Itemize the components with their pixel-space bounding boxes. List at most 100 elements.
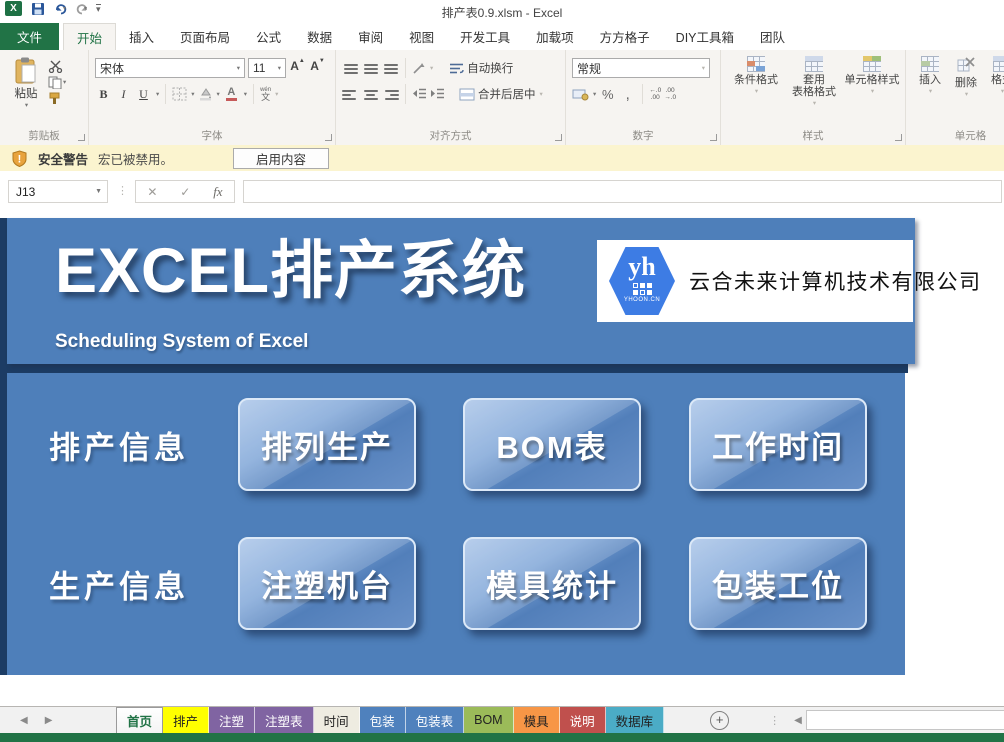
sheet-tab-注塑[interactable]: 注塑: [209, 707, 255, 733]
sheet-tab-时间[interactable]: 时间: [314, 707, 360, 733]
ribbon-tab-方方格子[interactable]: 方方格子: [587, 23, 663, 50]
merge-center-icon[interactable]: [459, 88, 475, 101]
sheet-tab-数据库[interactable]: 数据库: [606, 707, 665, 733]
dashboard-button-排列生产[interactable]: 排列生产: [238, 398, 416, 491]
qat-customize-icon[interactable]: ▾: [96, 4, 101, 13]
dashboard-body: 排产信息排列生产BOM表工作时间生产信息注塑机台模具统计包装工位: [7, 373, 905, 675]
confirm-entry-icon[interactable]: ✓: [180, 185, 190, 199]
alignment-dialog-launcher[interactable]: [555, 134, 562, 141]
cut-icon[interactable]: [48, 60, 63, 73]
decrease-decimal-button[interactable]: .00 →.0: [664, 87, 676, 101]
redo-dropdown-icon[interactable]: ▾: [84, 5, 87, 12]
percent-style-button[interactable]: %: [599, 85, 616, 103]
hscroll-track[interactable]: [806, 710, 1004, 730]
copy-icon[interactable]: [48, 76, 62, 89]
ribbon-tab-视图[interactable]: 视图: [396, 23, 447, 50]
paste-button[interactable]: 粘贴 ▾: [6, 55, 46, 109]
styles-dialog-launcher[interactable]: [895, 134, 902, 141]
redo-button[interactable]: ▾: [75, 3, 87, 15]
clipboard-icon: [14, 57, 38, 85]
name-box-dropdown-icon[interactable]: ▼: [90, 188, 107, 195]
phonetic-guide-icon[interactable]: wén 文: [260, 87, 271, 101]
paste-dropdown-icon[interactable]: ▾: [25, 101, 28, 109]
dashboard-button-注塑机台[interactable]: 注塑机台: [238, 537, 416, 630]
italic-button[interactable]: I: [115, 85, 132, 103]
sheet-tab-首页[interactable]: 首页: [116, 707, 163, 733]
ribbon-tab-加载项[interactable]: 加载项: [523, 23, 587, 50]
bottom-align-icon[interactable]: [382, 62, 399, 74]
ribbon-tab-页面布局[interactable]: 页面布局: [167, 23, 243, 50]
bold-button[interactable]: B: [95, 85, 112, 103]
security-message-bar: ! 安全警告 宏已被禁用。 启用内容: [0, 145, 1004, 172]
sheet-next-icon[interactable]: ▶: [45, 715, 53, 726]
merge-center-button[interactable]: 合并后居中: [478, 86, 536, 102]
wrap-text-button[interactable]: 自动换行: [467, 60, 513, 76]
font-name-select[interactable]: 宋体▾: [95, 58, 245, 78]
file-tab[interactable]: 文件: [0, 23, 59, 50]
conditional-formatting-button[interactable]: 条件格式 ▾: [727, 55, 785, 110]
ribbon-tab-开发工具[interactable]: 开发工具: [447, 23, 523, 50]
ribbon-tab-公式[interactable]: 公式: [243, 23, 294, 50]
insert-function-icon[interactable]: fx: [213, 184, 222, 200]
increase-decimal-button[interactable]: ←.0 .00: [649, 87, 661, 101]
font-dialog-launcher[interactable]: [325, 134, 332, 141]
ribbon-tab-数据[interactable]: 数据: [294, 23, 345, 50]
sheet-tab-排产[interactable]: 排产: [163, 707, 209, 733]
comma-style-button[interactable]: ,: [619, 85, 636, 103]
wrap-text-icon[interactable]: [449, 62, 464, 75]
fill-color-icon[interactable]: [198, 87, 213, 101]
save-icon[interactable]: [31, 2, 45, 16]
format-painter-icon[interactable]: [48, 92, 62, 105]
font-size-select[interactable]: 11▾: [248, 58, 286, 78]
top-align-icon[interactable]: [342, 62, 359, 74]
format-cells-button[interactable]: 格式 ▾: [984, 55, 1004, 101]
decrease-indent-icon[interactable]: [412, 88, 427, 100]
name-box[interactable]: J13 ▼: [8, 180, 108, 203]
middle-align-icon[interactable]: [362, 62, 379, 74]
delete-cells-button[interactable]: 删除 ▾: [948, 55, 984, 101]
formula-bar-grip[interactable]: ⋮: [117, 184, 128, 197]
shrink-font-button[interactable]: A▼: [309, 59, 326, 77]
dashboard-button-模具统计[interactable]: 模具统计: [463, 537, 641, 630]
sheet-tab-包装表[interactable]: 包装表: [406, 707, 465, 733]
cancel-entry-icon[interactable]: ✕: [147, 185, 157, 199]
orientation-icon[interactable]: [412, 62, 426, 75]
borders-icon[interactable]: [172, 87, 187, 101]
sheet-prev-icon[interactable]: ◀: [20, 715, 28, 726]
clipboard-dialog-launcher[interactable]: [78, 134, 85, 141]
sheet-tab-说明[interactable]: 说明: [560, 707, 606, 733]
enable-content-button[interactable]: 启用内容: [233, 148, 329, 169]
underline-button[interactable]: U: [135, 85, 152, 103]
number-dialog-launcher[interactable]: [710, 134, 717, 141]
formula-input[interactable]: [243, 180, 1002, 203]
horizontal-scrollbar[interactable]: ◀: [794, 707, 1004, 733]
increase-indent-icon[interactable]: [430, 88, 445, 100]
dashboard-button-BOM表[interactable]: BOM表: [463, 398, 641, 491]
format-as-table-button[interactable]: 套用 表格格式 ▾: [785, 55, 843, 110]
sheet-tab-模具[interactable]: 模具: [514, 707, 560, 733]
sheet-tab-BOM[interactable]: BOM: [464, 707, 513, 733]
dashboard-button-工作时间[interactable]: 工作时间: [689, 398, 867, 491]
number-format-select[interactable]: 常规▾: [572, 58, 710, 78]
sheet-tab-注塑表[interactable]: 注塑表: [255, 707, 314, 733]
align-left-icon[interactable]: [342, 88, 359, 100]
ribbon-tab-开始[interactable]: 开始: [63, 23, 116, 50]
sheet-tab-包装[interactable]: 包装: [360, 707, 406, 733]
ribbon-tab-插入[interactable]: 插入: [116, 23, 167, 50]
sheet-bar-grip[interactable]: ⋮: [769, 714, 780, 727]
cell-styles-button[interactable]: 单元格样式 ▾: [843, 55, 901, 110]
undo-button[interactable]: ▾: [54, 3, 66, 15]
ribbon-tab-团队[interactable]: 团队: [747, 23, 798, 50]
accounting-format-icon[interactable]: [572, 88, 589, 101]
insert-cells-button[interactable]: 插入 ▾: [912, 55, 948, 101]
font-color-icon[interactable]: A: [223, 85, 240, 103]
undo-dropdown-icon[interactable]: ▾: [63, 5, 66, 12]
ribbon-tab-DIY工具箱[interactable]: DIY工具箱: [663, 23, 747, 50]
dashboard-button-包装工位[interactable]: 包装工位: [689, 537, 867, 630]
align-right-icon[interactable]: [382, 88, 399, 100]
ribbon-tab-审阅[interactable]: 审阅: [345, 23, 396, 50]
hscroll-left-icon[interactable]: ◀: [794, 715, 802, 726]
align-center-icon[interactable]: [362, 88, 379, 100]
new-sheet-button[interactable]: +: [710, 711, 729, 730]
grow-font-button[interactable]: A▲: [289, 59, 306, 77]
